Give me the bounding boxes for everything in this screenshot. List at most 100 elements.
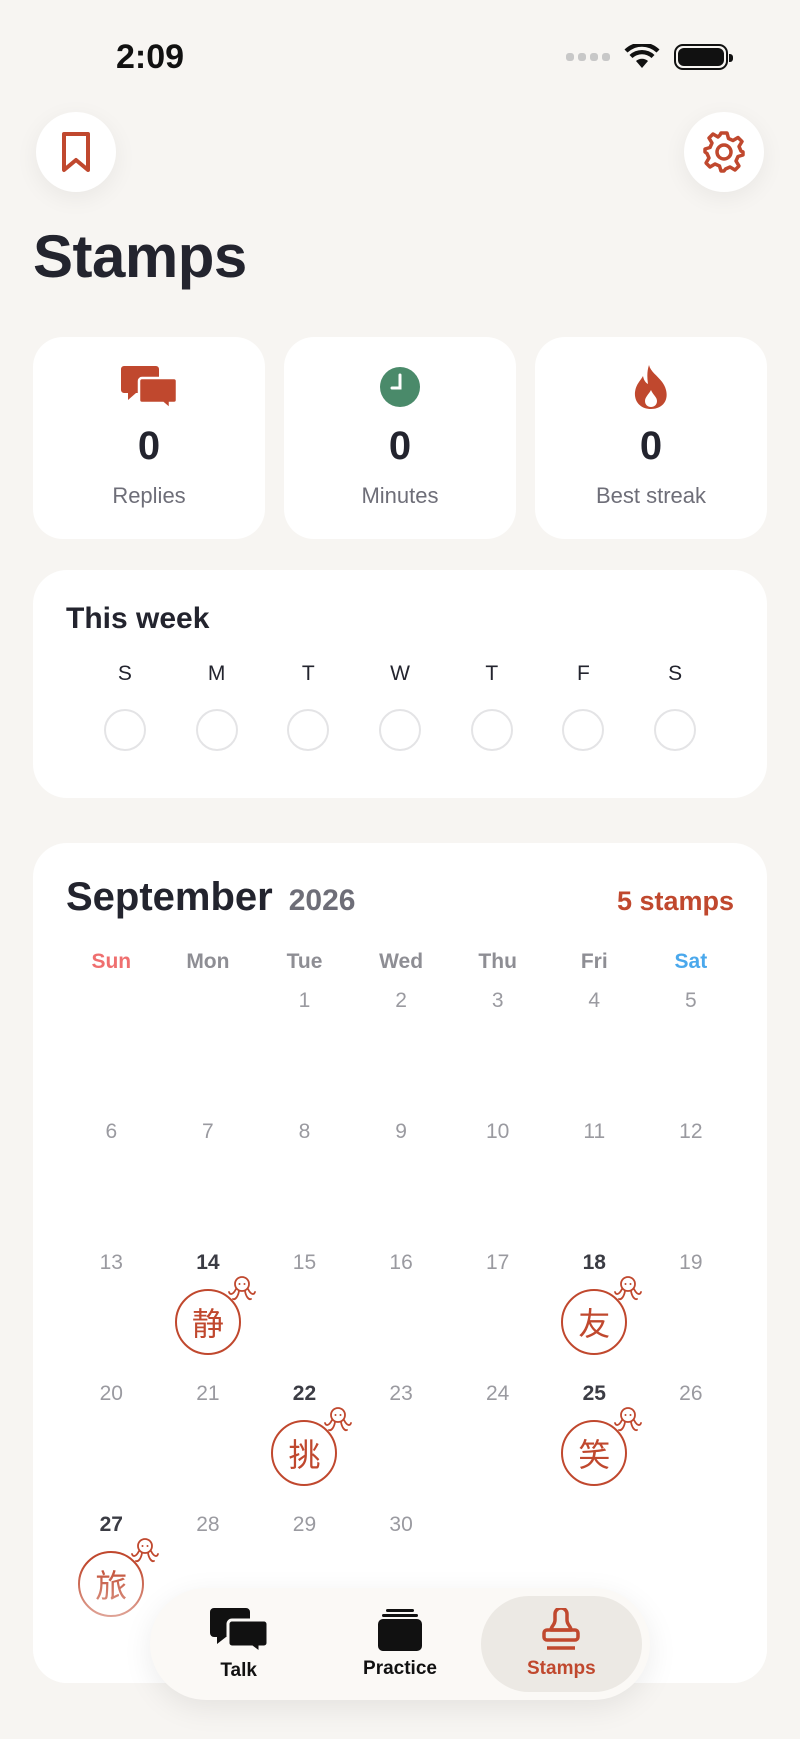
week-day-indicator xyxy=(103,709,146,751)
calendar-month: September xyxy=(66,875,273,919)
week-day: S xyxy=(79,662,171,751)
tab-bar: Talk Practice Stamps xyxy=(150,1588,650,1700)
week-day: T xyxy=(262,662,354,751)
minutes-value: 0 xyxy=(388,424,412,468)
calendar-day-number: 16 xyxy=(389,1251,413,1274)
calendar-day-6[interactable]: 6 xyxy=(63,1120,160,1251)
calendar-day-number: 10 xyxy=(485,1120,510,1143)
calendar-day-number: 8 xyxy=(298,1120,311,1143)
calendar-day-number: 30 xyxy=(389,1513,413,1536)
stamp-count: 5 stamps xyxy=(616,886,734,916)
calendar-day-18[interactable]: 18 友 xyxy=(546,1251,643,1382)
calendar-day-10[interactable]: 10 xyxy=(449,1120,546,1251)
calendar-card: September 2026 5 stamps Sun Mon Tue Wed … xyxy=(33,843,767,1683)
octopus-icon xyxy=(614,1407,643,1432)
calendar-day-7[interactable]: 7 xyxy=(160,1120,257,1251)
calendar-day-number: 2 xyxy=(395,989,407,1012)
calendar-day-26[interactable]: 26 xyxy=(643,1382,740,1513)
weekday-label: Fri xyxy=(580,950,608,973)
calendar-day-2[interactable]: 2 xyxy=(353,989,450,1120)
replies-value: 0 xyxy=(137,424,161,468)
calendar-day-number: 4 xyxy=(588,989,601,1012)
calendar-day-8[interactable]: 8 xyxy=(256,1120,353,1251)
calendar-day-4[interactable]: 4 xyxy=(546,989,643,1120)
cards-icon xyxy=(377,1609,422,1651)
calendar-day-number: 19 xyxy=(679,1251,703,1274)
minutes-label: Minutes xyxy=(361,483,439,508)
calendar-day-15[interactable]: 15 xyxy=(256,1251,353,1382)
calendar-day-number: 20 xyxy=(99,1382,123,1405)
calendar-day-1[interactable]: 1 xyxy=(256,989,353,1120)
stamp-kanji: 静 xyxy=(191,1305,224,1343)
calendar-day-9[interactable]: 9 xyxy=(353,1120,450,1251)
calendar-day-number: 1 xyxy=(298,989,311,1012)
clock-icon xyxy=(380,367,420,407)
calendar-day-number: 15 xyxy=(292,1251,317,1274)
best-streak-value: 0 xyxy=(639,424,663,468)
wifi-icon xyxy=(624,44,660,68)
calendar-day-number: 9 xyxy=(395,1120,407,1143)
calendar-day-22[interactable]: 22 挑 xyxy=(256,1382,353,1513)
stamp-kanji: 挑 xyxy=(288,1436,321,1474)
calendar-day-14[interactable]: 14 静 xyxy=(160,1251,257,1382)
week-day: M xyxy=(171,662,263,751)
calendar-day-5[interactable]: 5 xyxy=(643,989,740,1120)
calendar-day-17[interactable]: 17 xyxy=(449,1251,546,1382)
gear-icon xyxy=(703,131,745,173)
page-title: Stamps xyxy=(33,223,247,290)
week-row: S M T W T F S xyxy=(66,662,734,751)
calendar-day-11[interactable]: 11 xyxy=(546,1120,643,1251)
calendar-day-number: 17 xyxy=(485,1251,510,1274)
calendar-day-13[interactable]: 13 xyxy=(63,1251,160,1382)
tab-talk[interactable]: Talk xyxy=(158,1596,319,1692)
week-day: W xyxy=(354,662,446,751)
stat-card-best-streak: 0 Best streak xyxy=(535,337,767,539)
settings-button[interactable] xyxy=(684,112,764,192)
calendar-day-number: 22 xyxy=(292,1382,317,1405)
calendar-day-number: 14 xyxy=(196,1251,220,1274)
calendar-day-number: 12 xyxy=(679,1120,703,1143)
bookmark-button[interactable] xyxy=(36,112,116,192)
cellular-signal-icon xyxy=(566,53,610,61)
week-day: F xyxy=(538,662,630,751)
calendar-blank-cell xyxy=(160,989,257,1120)
calendar-day-12[interactable]: 12 xyxy=(643,1120,740,1251)
calendar-day-23[interactable]: 23 xyxy=(353,1382,450,1513)
calendar-day-3[interactable]: 3 xyxy=(449,989,546,1120)
calendar-day-number: 26 xyxy=(679,1382,703,1405)
calendar-day-number: 23 xyxy=(389,1382,413,1405)
tab-practice[interactable]: Practice xyxy=(319,1596,480,1692)
tab-talk-label: Talk xyxy=(220,1660,257,1681)
best-streak-label: Best streak xyxy=(595,483,707,508)
calendar-day-number: 29 xyxy=(292,1513,317,1536)
calendar-day-21[interactable]: 21 xyxy=(160,1382,257,1513)
calendar-day-number: 6 xyxy=(105,1120,118,1143)
calendar-header: September 2026 5 stamps xyxy=(66,875,734,920)
calendar-day-number: 5 xyxy=(685,989,697,1012)
stat-card-minutes: 0 Minutes xyxy=(284,337,516,539)
this-week-card: This week S M T W T F S xyxy=(33,570,767,798)
weekday-header: Sun Mon Tue Wed Thu Fri Sat xyxy=(63,950,739,974)
calendar-day-number: 11 xyxy=(583,1120,606,1143)
week-day-indicator xyxy=(654,709,697,751)
bookmark-icon xyxy=(62,132,90,172)
week-day-indicator xyxy=(379,709,422,751)
calendar-day-16[interactable]: 16 xyxy=(353,1251,450,1382)
chat-bubbles-icon xyxy=(121,366,178,410)
stamp-badge: 笑 xyxy=(561,1407,643,1486)
calendar-day-number: 27 xyxy=(99,1513,123,1536)
stamp-kanji: 笑 xyxy=(578,1436,611,1474)
calendar-day-20[interactable]: 20 xyxy=(63,1382,160,1513)
week-day-indicator xyxy=(470,709,513,751)
calendar-day-24[interactable]: 24 xyxy=(449,1382,546,1513)
calendar-day-25[interactable]: 25 笑 xyxy=(546,1382,643,1513)
calendar-blank-cell xyxy=(63,989,160,1120)
tab-stamps[interactable]: Stamps xyxy=(480,1596,642,1692)
stamp-icon xyxy=(542,1608,581,1650)
weekday-label: Sat xyxy=(674,950,708,973)
calendar-day-19[interactable]: 19 xyxy=(643,1251,740,1382)
weekday-label: Sun xyxy=(91,950,132,973)
stamp-badge: 友 xyxy=(561,1276,643,1355)
week-day: S xyxy=(629,662,721,751)
weekday-label: Thu xyxy=(478,950,517,973)
